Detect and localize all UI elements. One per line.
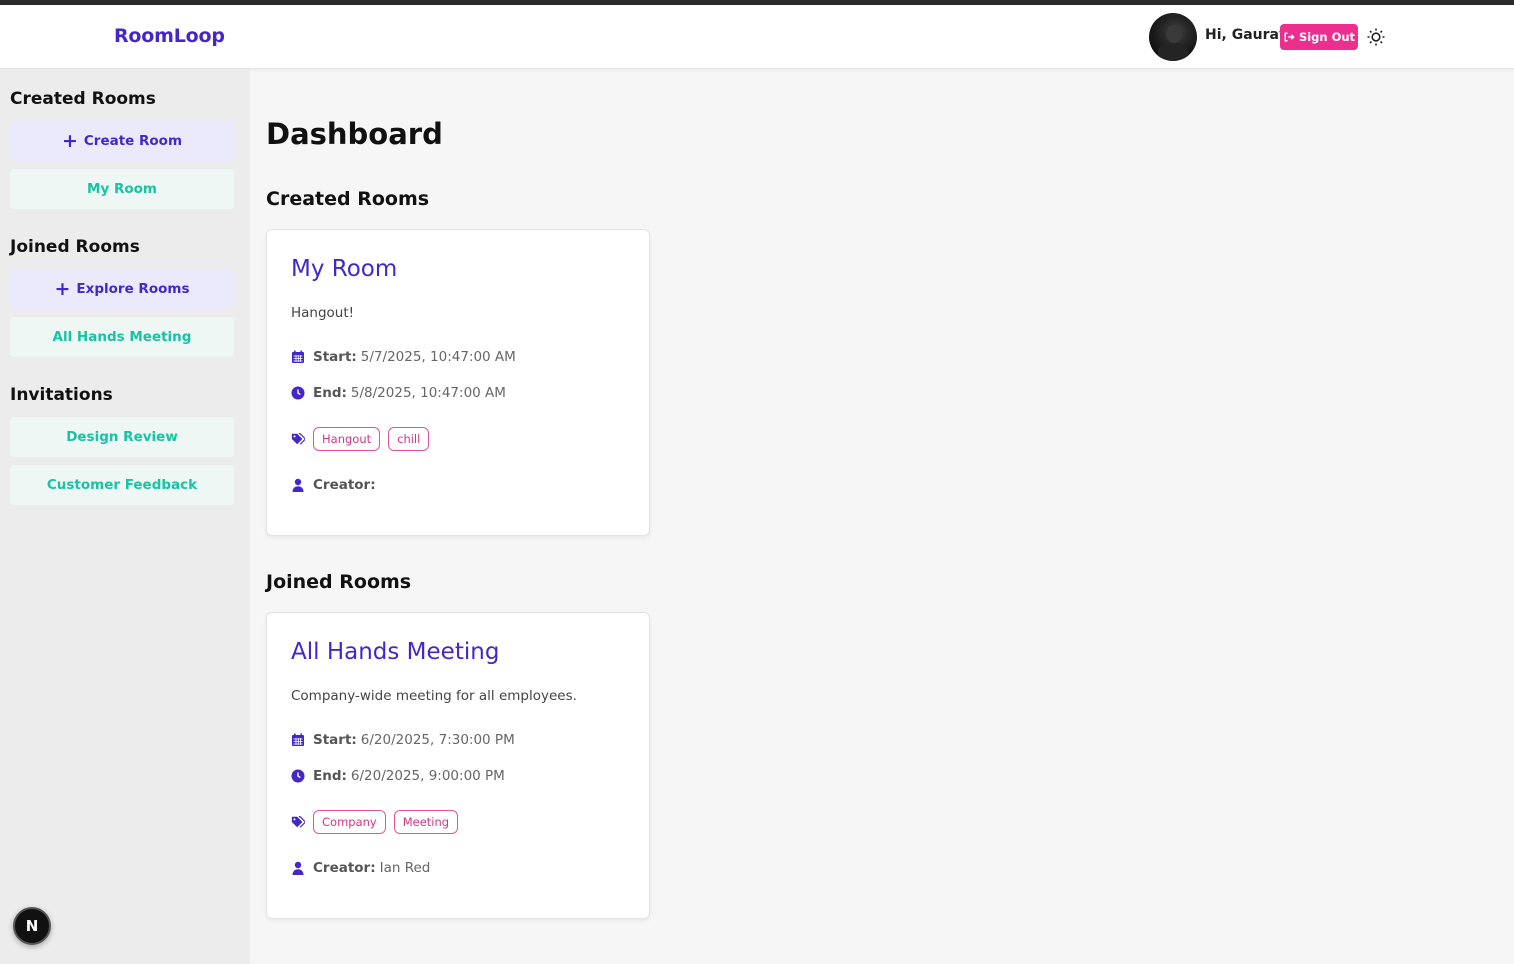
create-room-label: Create Room [83,133,183,149]
end-value: 5/8/2025, 10:47:00 AM [350,385,506,401]
tags-icon [291,816,305,828]
end-label: End: [313,768,347,784]
page-title: Dashboard [266,117,443,151]
creator-label: Creator: [313,860,376,876]
user-greeting: Hi, Gaurav [1205,27,1289,43]
sun-icon[interactable] [1366,27,1386,47]
start-label: Start: [313,349,357,365]
plus-icon: + [54,277,71,300]
sidebar-created-title: Created Rooms [10,89,156,109]
room-description: Hangout! [291,305,355,321]
room-start: Start: 6/20/2025, 7:30:00 PM [291,732,515,748]
sidebar-item-customer-feedback[interactable]: Customer Feedback [10,465,234,505]
sign-out-icon [1284,32,1295,42]
app-logo[interactable]: RoomLoop [114,25,225,47]
create-room-button[interactable]: + Create Room [10,121,234,161]
start-label: Start: [313,732,357,748]
room-start: Start: 5/7/2025, 10:47:00 AM [291,349,516,365]
sign-out-label: Sign Out [1298,30,1356,44]
sidebar-invitations-title: Invitations [10,385,113,405]
start-value: 6/20/2025, 7:30:00 PM [360,732,515,748]
sidebar-joined-title: Joined Rooms [10,237,140,257]
tag-list: Hangout chill [291,427,437,451]
room-end: End: 5/8/2025, 10:47:00 AM [291,385,506,401]
room-card-my-room[interactable]: My Room Hangout! Start: 5/7/2025, 10:47:… [266,229,650,536]
room-description: Company-wide meeting for all employees. [291,688,577,704]
start-value: 5/7/2025, 10:47:00 AM [360,349,516,365]
tag-list: Company Meeting [291,810,466,834]
room-title[interactable]: My Room [291,256,397,282]
tags-icon [291,433,305,445]
clock-icon [291,386,305,400]
creator-label: Creator: [313,477,376,493]
creator-value: Ian Red [379,860,431,876]
calendar-icon [292,733,304,746]
explore-rooms-label: Explore Rooms [76,281,190,297]
sidebar-item-my-room[interactable]: My Room [10,169,234,209]
avatar-head [1166,25,1182,43]
joined-rooms-heading: Joined Rooms [266,571,412,593]
user-icon [292,478,304,492]
end-value: 6/20/2025, 9:00:00 PM [350,768,505,784]
dev-tools-badge[interactable]: N [13,907,51,945]
tag[interactable]: Company [313,810,386,834]
plus-icon: + [61,129,78,152]
room-creator: Creator: Ian Red [291,860,430,876]
sidebar-item-design-review[interactable]: Design Review [10,417,234,457]
header: RoomLoop Hi, Gaurav Sign Out [0,5,1514,69]
room-end: End: 6/20/2025, 9:00:00 PM [291,768,505,784]
calendar-icon [292,350,304,363]
created-rooms-heading: Created Rooms [266,188,430,210]
tag[interactable]: Hangout [313,427,381,451]
end-label: End: [313,385,347,401]
room-creator: Creator: [291,477,380,493]
sidebar-item-all-hands[interactable]: All Hands Meeting [10,317,234,357]
tag[interactable]: chill [388,427,430,451]
clock-icon [291,769,305,783]
explore-rooms-button[interactable]: + Explore Rooms [10,269,234,309]
user-icon [292,861,304,875]
tag[interactable]: Meeting [393,810,459,834]
room-card-all-hands[interactable]: All Hands Meeting Company-wide meeting f… [266,612,650,919]
room-title[interactable]: All Hands Meeting [291,639,499,665]
avatar[interactable] [1149,13,1197,61]
sign-out-button[interactable]: Sign Out [1280,24,1358,50]
avatar-body [1158,43,1188,61]
